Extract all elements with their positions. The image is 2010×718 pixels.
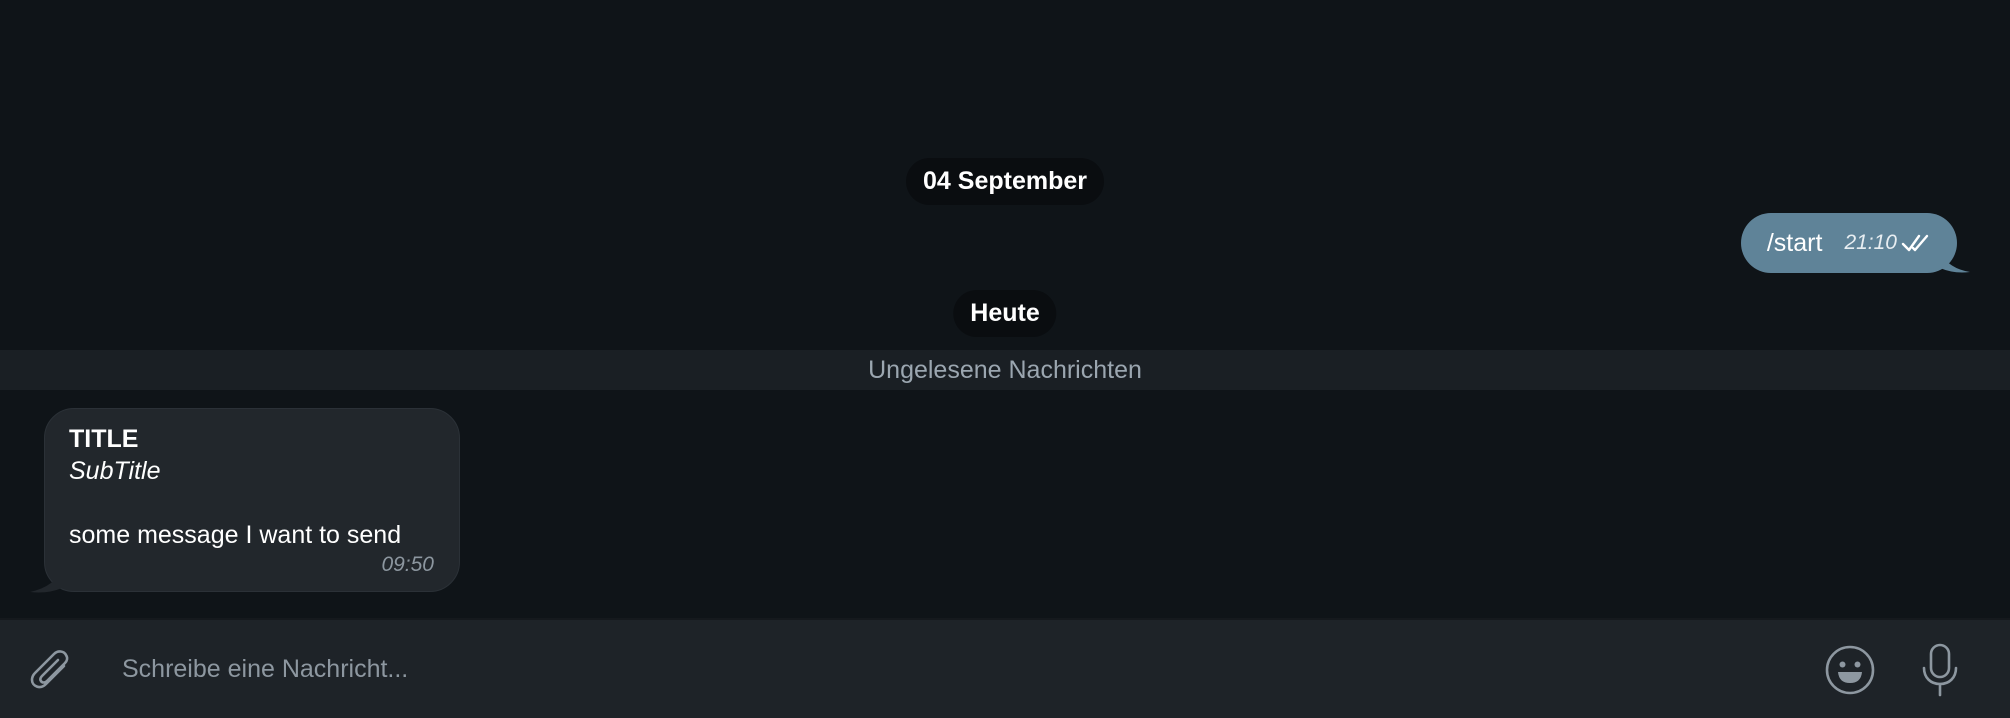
paperclip-icon[interactable] (26, 646, 76, 696)
double-check-icon (1901, 234, 1929, 252)
incoming-message[interactable]: TITLE SubTitle some message I want to se… (44, 408, 460, 592)
smiley-icon[interactable] (1824, 644, 1876, 696)
message-text: /start (1766, 228, 1823, 257)
date-separator: 04 September (906, 158, 1104, 205)
unread-messages-divider: Ungelesene Nachrichten (0, 350, 2010, 390)
bubble-tail (1940, 250, 1970, 273)
outgoing-message[interactable]: /start 21:10 (1740, 213, 1957, 273)
message-text: some message I want to send (69, 521, 402, 549)
message-title: TITLE (69, 425, 139, 453)
bubble-tail (30, 568, 62, 593)
message-composer (0, 618, 2010, 718)
unread-label: Ungelesene Nachrichten (868, 355, 1142, 384)
message-time: 21:10 (1844, 231, 1897, 254)
date-separator: Heute (953, 290, 1057, 337)
chat-window: 04 September /start 21:10 Heute Ungelese… (0, 0, 2010, 718)
message-subtitle: SubTitle (69, 457, 161, 485)
message-input[interactable] (122, 640, 1782, 698)
microphone-icon[interactable] (1918, 642, 1962, 698)
message-list[interactable]: 04 September /start 21:10 Heute Ungelese… (0, 0, 2010, 618)
message-time: 09:50 (381, 553, 434, 576)
